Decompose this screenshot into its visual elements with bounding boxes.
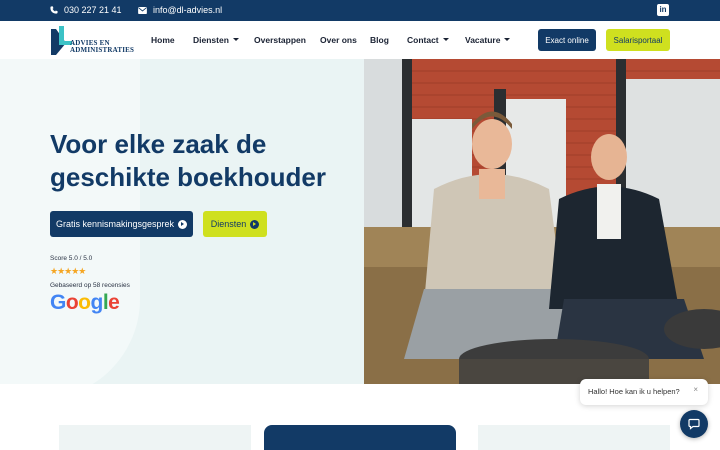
chat-message: Hallo! Hoe kan ik u helpen? [588,387,680,396]
nav-label: Diensten [193,35,229,45]
chevron-down-icon [232,38,239,41]
service-card[interactable] [478,425,670,450]
nav-item-blog[interactable]: Blog [370,35,389,45]
email-link[interactable]: info@dl-advies.nl [138,5,222,15]
nav-item-vacature[interactable]: Vacature [465,35,511,45]
button-label: Gratis kennismakingsgesprek [55,219,175,229]
close-icon[interactable]: × [693,385,698,394]
logo-wordmark: ADVIES EN ADMINISTRATIES [70,40,134,54]
google-letter: o [78,291,91,314]
nav-item-diensten[interactable]: Diensten [193,35,239,45]
nav-label: Vacature [465,35,501,45]
star-rating-icon: ★★★★★ [50,266,86,276]
google-wordmark: Google [50,291,120,314]
chat-icon [688,418,700,430]
review-score: Score 5.0 / 5.0 [50,255,93,262]
nav-label: Over ons [320,35,357,45]
arrow-right-circle-icon [178,219,188,229]
nav-label: Contact [407,35,439,45]
button-label: Diensten [210,219,247,229]
nav-item-overstappen[interactable]: Overstappen [254,35,306,45]
google-letter: G [50,291,66,314]
google-letter: e [108,291,120,314]
envelope-icon [138,6,147,14]
main-navigation: ADVIES EN ADMINISTRATIES Home Diensten O… [0,21,720,59]
chat-greeting[interactable]: Hallo! Hoe kan ik u helpen? × [580,379,708,405]
nav-item-contact[interactable]: Contact [407,35,449,45]
nav-item-home[interactable]: Home [151,35,175,45]
service-card[interactable] [59,425,251,450]
service-card-highlighted[interactable] [264,425,456,450]
email-address: info@dl-advies.nl [153,5,223,15]
hero-photo [364,59,720,384]
free-consultation-button[interactable]: Gratis kennismakingsgesprek [50,211,193,237]
nav-label: Overstappen [254,35,306,45]
phone-number: 030 227 21 41 [64,5,122,15]
google-logo[interactable]: Google [50,291,120,315]
exact-online-button[interactable]: Exact online [538,29,596,51]
hero-title: Voor elke zaak de geschikte boekhouder [50,129,326,192]
nav-label: Blog [370,35,389,45]
salarisportaal-button[interactable]: Salarisportaal [606,29,670,51]
chevron-down-icon [504,38,511,41]
phone-icon [50,6,58,14]
arrow-right-circle-icon [250,219,260,229]
nav-label: Home [151,35,175,45]
google-letter: g [90,291,104,314]
chat-button[interactable] [680,410,708,438]
chevron-down-icon [442,38,449,41]
services-button[interactable]: Diensten [203,211,267,237]
linkedin-icon[interactable]: in [657,4,669,16]
google-letter: o [65,291,79,314]
phone-link[interactable]: 030 227 21 41 [50,5,122,15]
top-bar: 030 227 21 41 info@dl-advies.nl in [0,0,720,21]
team-photo-image [364,59,720,384]
review-count: Gebaseerd op 58 recensies [50,282,130,289]
nav-item-over-ons[interactable]: Over ons [320,35,357,45]
logo-line-2: ADMINISTRATIES [70,46,135,54]
